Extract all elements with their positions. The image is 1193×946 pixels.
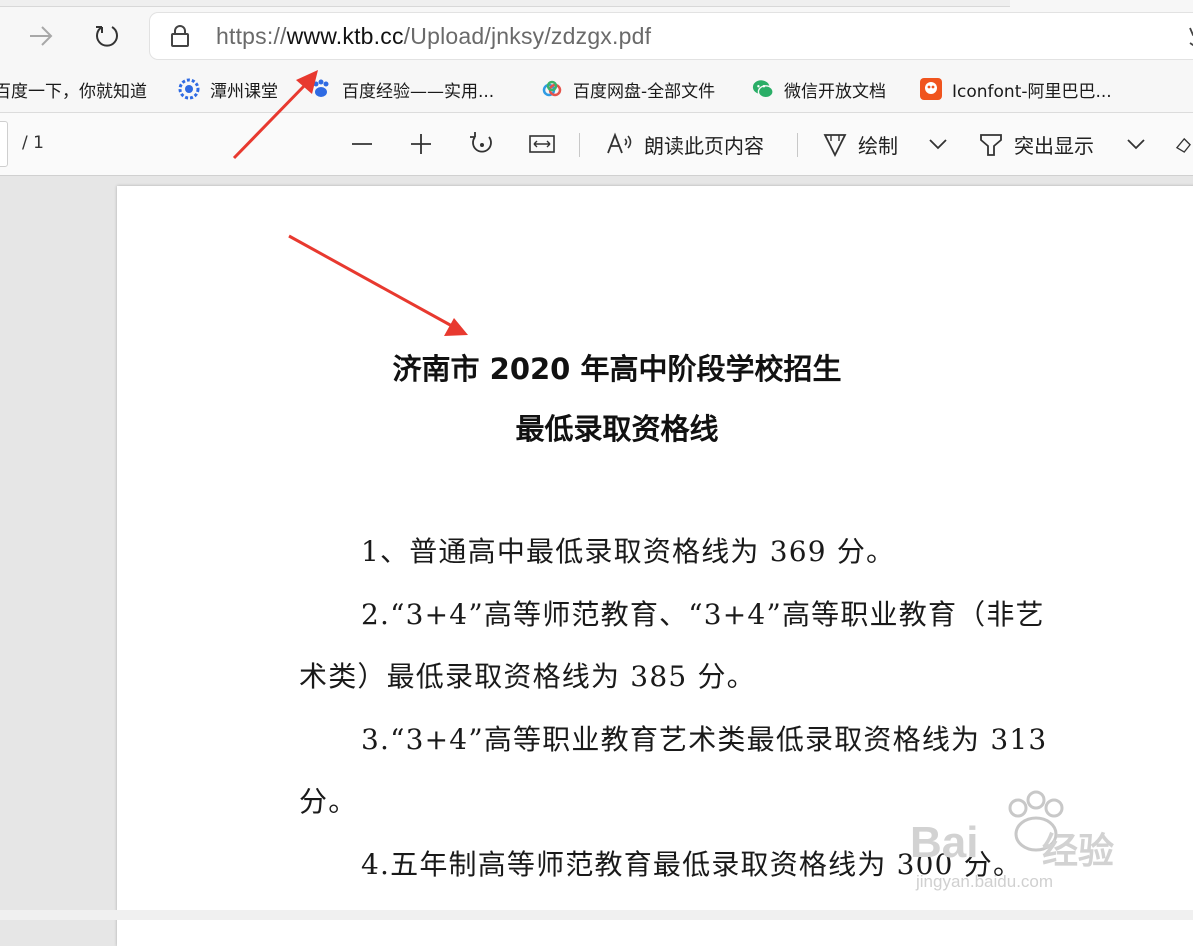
read-aloud-button[interactable]: 朗读此页内容 — [606, 127, 764, 161]
favorite-label: Iconfont-阿里巴巴... — [952, 81, 1112, 102]
favorites-bar: 百度一下，你就知道 潭州课堂 百度经验——实用... 百度网盘-全部文件 微信开… — [0, 70, 1193, 113]
url-host: www.ktb.cc — [286, 23, 404, 49]
erase-button[interactable] — [1174, 127, 1193, 161]
paragraph-1: 1、普通高中最低录取资格线为 369 分。 — [361, 535, 896, 568]
read-aloud-label: 朗读此页内容 — [644, 133, 764, 158]
favorite-label: 百度一下，你就知道 — [0, 81, 147, 102]
favorite-iconfont[interactable]: Iconfont-阿里巴巴... — [920, 74, 1112, 104]
url-path: /Upload/jnksy/zdzgx.pdf — [403, 23, 652, 49]
rotate-button[interactable] — [466, 127, 498, 161]
read-aloud-icon — [607, 132, 632, 154]
refresh-icon — [96, 26, 118, 47]
forward-button[interactable] — [23, 18, 59, 54]
zoom-in-button[interactable] — [405, 127, 437, 161]
draw-label: 绘制 — [858, 133, 898, 158]
highlighter-icon — [980, 134, 1002, 156]
draw-pen-icon — [823, 134, 847, 157]
watermark-brand: Bai — [910, 818, 979, 867]
baidu-paw-icon — [310, 78, 332, 100]
favorite-wechat-docs[interactable]: 微信开放文档 — [752, 74, 886, 104]
url-text[interactable]: https://www.ktb.cc/Upload/jnksy/zdzgx.pd… — [216, 23, 651, 50]
highlight-button[interactable]: 突出显示 — [978, 127, 1094, 161]
rotate-icon — [470, 132, 492, 153]
favorite-label: 微信开放文档 — [784, 81, 886, 102]
highlight-label: 突出显示 — [1014, 133, 1094, 158]
gear-badge-icon — [178, 78, 200, 100]
page-number-input[interactable] — [0, 121, 8, 167]
draw-options-dropdown[interactable] — [926, 127, 950, 161]
cloud-icon — [541, 78, 563, 100]
pdf-toolbar: / 1 朗读此页内容 绘制 突出显示 — [0, 113, 1193, 176]
highlight-options-dropdown[interactable] — [1124, 127, 1148, 161]
paragraph-2-line-2: 术类）最低录取资格线为 385 分。 — [299, 660, 756, 693]
zoom-out-button[interactable] — [346, 127, 378, 161]
favorite-baidu[interactable]: 百度一下，你就知道 — [0, 74, 147, 104]
arrow-right-icon — [30, 26, 53, 46]
browser-top-bar: https://www.ktb.cc/Upload/jnksy/zdzgx.pd… — [0, 0, 1193, 70]
horizontal-scrollbar[interactable] — [0, 910, 1193, 920]
minus-icon — [352, 143, 372, 145]
favorite-label: 百度经验——实用... — [342, 81, 495, 102]
paragraph-3-line-1: 3.“3+4”高等职业教育艺术类最低录取资格线为 313 — [361, 723, 1048, 756]
watermark-site: jingyan.baidu.com — [916, 872, 1054, 891]
draw-button[interactable]: 绘制 — [822, 127, 898, 161]
watermark-brand-cn: 经验 — [1042, 831, 1115, 872]
favorite-label: 百度网盘-全部文件 — [573, 81, 716, 102]
toolbar-divider — [579, 133, 580, 157]
favorite-label: 潭州课堂 — [210, 81, 278, 102]
favorite-tanzhou[interactable]: 潭州课堂 — [178, 74, 278, 104]
plus-icon — [411, 134, 431, 154]
lock-icon — [170, 24, 190, 52]
toolbar-divider — [797, 133, 798, 157]
favorite-baidu-jingyan[interactable]: 百度经验——实用... — [310, 74, 494, 104]
document-title: 济南市 2020 年高中阶段学校招生 — [392, 352, 842, 386]
iconfont-icon — [920, 78, 942, 100]
fit-width-icon — [529, 135, 555, 153]
eraser-icon — [1175, 137, 1191, 153]
chevron-down-icon — [929, 139, 947, 150]
fit-width-button[interactable] — [526, 127, 558, 161]
wechat-icon — [752, 78, 774, 100]
chevron-down-icon — [1127, 139, 1145, 150]
page-count: / 1 — [22, 133, 44, 153]
paragraph-3-line-2: 分。 — [299, 785, 358, 818]
document-subtitle: 最低录取资格线 — [515, 412, 719, 446]
favorite-star-icon[interactable] — [1180, 26, 1193, 52]
address-bar[interactable]: https://www.ktb.cc/Upload/jnksy/zdzgx.pd… — [150, 13, 1193, 59]
paragraph-2-line-1: 2.“3+4”高等师范教育、“3+4”高等职业教育（非艺 — [361, 598, 1045, 631]
favorite-baidu-pan[interactable]: 百度网盘-全部文件 — [541, 74, 715, 104]
url-scheme: https:// — [216, 23, 287, 49]
tab-strip — [0, 0, 1010, 7]
refresh-button[interactable] — [89, 18, 125, 54]
